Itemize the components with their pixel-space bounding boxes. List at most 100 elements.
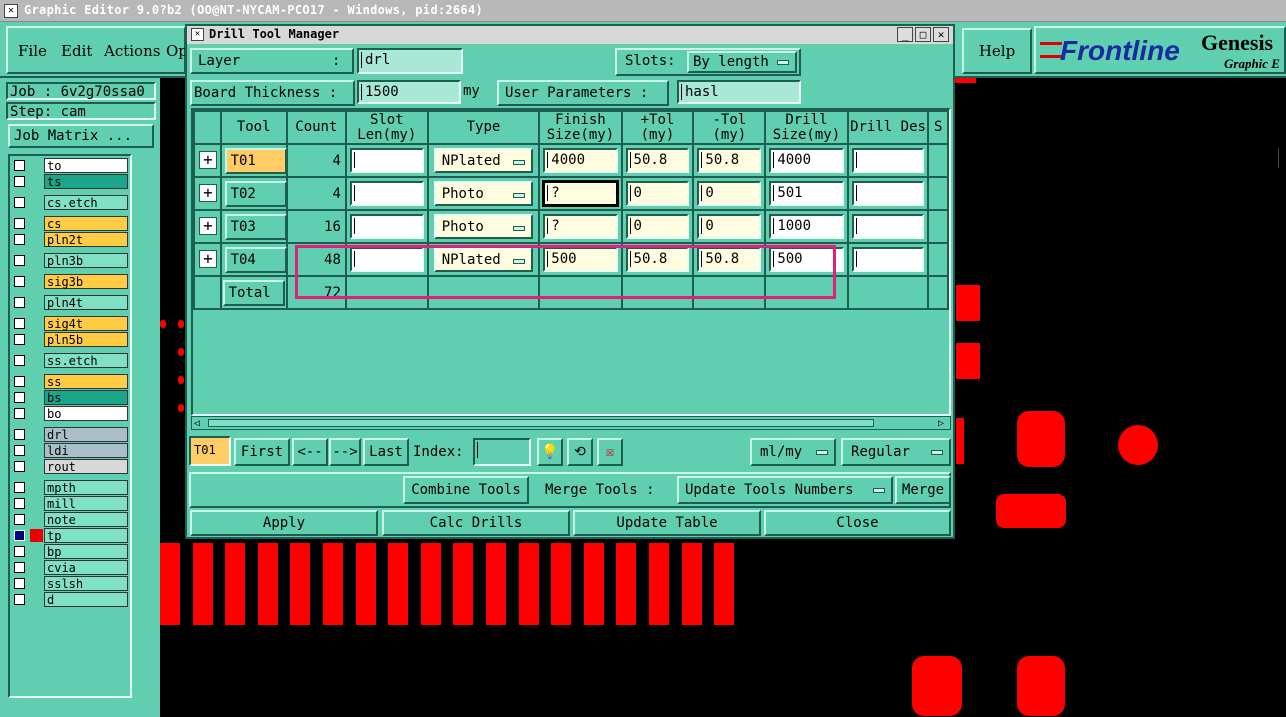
slot-len-field[interactable] xyxy=(349,214,424,239)
layer-checkbox[interactable] xyxy=(14,160,25,171)
drill-des-field[interactable] xyxy=(851,214,925,239)
layer-row[interactable]: bo xyxy=(12,406,128,421)
delete-icon[interactable]: ☒ xyxy=(597,438,623,466)
combine-tools-button[interactable]: Combine Tools xyxy=(403,476,529,504)
minus-tol-field[interactable]: 0 xyxy=(697,214,762,239)
layer-row[interactable]: sig4t xyxy=(12,316,128,331)
expand-icon[interactable]: + xyxy=(199,250,217,268)
layer-row[interactable]: pln4t xyxy=(12,295,128,310)
layer-checkbox[interactable] xyxy=(14,562,25,573)
layer-checkbox[interactable] xyxy=(14,514,25,525)
minus-tol-field[interactable]: 0 xyxy=(697,181,762,206)
layer-field[interactable]: drl xyxy=(357,48,463,74)
slot-len-field[interactable] xyxy=(349,181,424,206)
scrollbar-thumb[interactable] xyxy=(208,419,874,427)
plus-tol-field[interactable]: 0 xyxy=(625,214,690,239)
drill-size-field[interactable]: 1000 xyxy=(769,214,844,239)
next-button[interactable]: --> xyxy=(329,438,361,466)
finish-size-field[interactable]: ? xyxy=(542,180,619,207)
update-table-button[interactable]: Update Table xyxy=(573,510,761,536)
current-tool-field[interactable]: T01 xyxy=(189,436,231,466)
layer-row[interactable]: bp xyxy=(12,544,128,559)
layer-checkbox[interactable] xyxy=(14,530,25,541)
user-parameters-field[interactable]: hasl xyxy=(677,80,801,104)
minus-tol-field[interactable]: 50.8 xyxy=(697,148,762,173)
layer-checkbox[interactable] xyxy=(14,461,25,472)
type-dropdown[interactable]: Photo xyxy=(433,214,534,239)
plus-tol-field[interactable]: 0 xyxy=(625,181,690,206)
tool-button[interactable]: T04 xyxy=(224,247,287,273)
bulb-icon[interactable]: 💡 xyxy=(537,438,563,466)
refresh-icon[interactable]: ⟲ xyxy=(567,438,593,466)
finish-size-field[interactable]: ? xyxy=(543,214,618,239)
units-dropdown[interactable]: ml/my xyxy=(750,438,836,466)
layer-row[interactable]: cvia xyxy=(12,560,128,575)
user-parameters-button[interactable]: User Parameters : xyxy=(497,80,669,106)
thickness-field[interactable]: 1500 xyxy=(357,80,461,104)
layer-checkbox[interactable] xyxy=(14,429,25,440)
layer-row[interactable]: drl xyxy=(12,427,128,442)
layer-row[interactable]: sig3b xyxy=(12,274,128,289)
scroll-right-icon[interactable]: ▷ xyxy=(938,418,944,429)
type-dropdown[interactable]: NPlated xyxy=(433,148,534,173)
layer-checkbox[interactable] xyxy=(14,197,25,208)
menu-actions[interactable]: Actions xyxy=(104,42,160,60)
layer-row[interactable]: bs xyxy=(12,390,128,405)
layer-row[interactable]: cs.etch xyxy=(12,195,128,210)
menu-file[interactable]: File xyxy=(18,42,47,60)
layer-row[interactable]: ldi xyxy=(12,443,128,458)
layer-checkbox[interactable] xyxy=(14,176,25,187)
first-button[interactable]: First xyxy=(234,438,290,466)
mode-dropdown[interactable]: Regular xyxy=(841,438,951,466)
layer-row[interactable]: d xyxy=(12,592,128,607)
layer-checkbox[interactable] xyxy=(14,318,25,329)
layer-row[interactable]: to xyxy=(12,158,128,173)
slot-len-field[interactable] xyxy=(349,148,424,173)
plus-tol-field[interactable]: 50.8 xyxy=(625,148,690,173)
layer-row[interactable]: ts xyxy=(12,174,128,189)
layer-checkbox[interactable] xyxy=(14,255,25,266)
total-button[interactable]: Total xyxy=(222,280,285,306)
job-matrix-button[interactable]: Job Matrix ... xyxy=(8,124,154,148)
calc-drills-button[interactable]: Calc Drills xyxy=(382,510,570,536)
close-icon[interactable]: ✕ xyxy=(933,27,949,42)
layer-checkbox[interactable] xyxy=(14,376,25,387)
merge-button[interactable]: Merge xyxy=(895,476,951,504)
update-tools-numbers-dropdown[interactable]: Update Tools Numbers xyxy=(677,476,893,504)
drill-des-field[interactable] xyxy=(851,181,925,206)
scroll-left-icon[interactable]: ◁ xyxy=(194,418,200,429)
close-button[interactable]: Close xyxy=(764,510,951,536)
layer-checkbox[interactable] xyxy=(14,408,25,419)
expand-icon[interactable]: + xyxy=(199,151,217,169)
expand-icon[interactable]: + xyxy=(199,184,217,202)
layer-checkbox[interactable] xyxy=(14,482,25,493)
tool-button[interactable]: T03 xyxy=(224,214,287,240)
layer-row[interactable]: mpth xyxy=(12,480,128,495)
layer-checkbox[interactable] xyxy=(14,498,25,509)
finish-size-field[interactable]: 4000 xyxy=(543,148,618,173)
expand-icon[interactable]: + xyxy=(199,217,217,235)
layer-checkbox[interactable] xyxy=(14,276,25,287)
layer-label-button[interactable]: Layer : xyxy=(190,48,354,74)
layer-checkbox[interactable] xyxy=(14,297,25,308)
index-field[interactable] xyxy=(473,438,531,466)
type-dropdown[interactable]: Photo xyxy=(433,181,534,206)
layer-checkbox[interactable] xyxy=(14,218,25,229)
layer-row[interactable]: cs xyxy=(12,216,128,231)
last-button[interactable]: Last xyxy=(363,438,409,466)
layer-checkbox[interactable] xyxy=(14,334,25,345)
apply-button[interactable]: Apply xyxy=(190,510,378,536)
layer-row[interactable]: tp xyxy=(12,528,128,543)
layer-row[interactable]: sslsh xyxy=(12,576,128,591)
drill-size-field[interactable]: 4000 xyxy=(769,148,844,173)
layer-row[interactable]: pln2t xyxy=(12,232,128,247)
layer-row[interactable]: rout xyxy=(12,459,128,474)
horizontal-scrollbar[interactable]: ◁ ▷ xyxy=(191,416,951,430)
layer-row[interactable]: pln5b xyxy=(12,332,128,347)
minimize-icon[interactable]: _ xyxy=(897,27,913,42)
layer-row[interactable]: pln3b xyxy=(12,253,128,268)
tool-button[interactable]: T02 xyxy=(224,181,287,207)
layer-checkbox[interactable] xyxy=(14,445,25,456)
layer-checkbox[interactable] xyxy=(14,578,25,589)
layer-row[interactable]: ss.etch xyxy=(12,353,128,368)
